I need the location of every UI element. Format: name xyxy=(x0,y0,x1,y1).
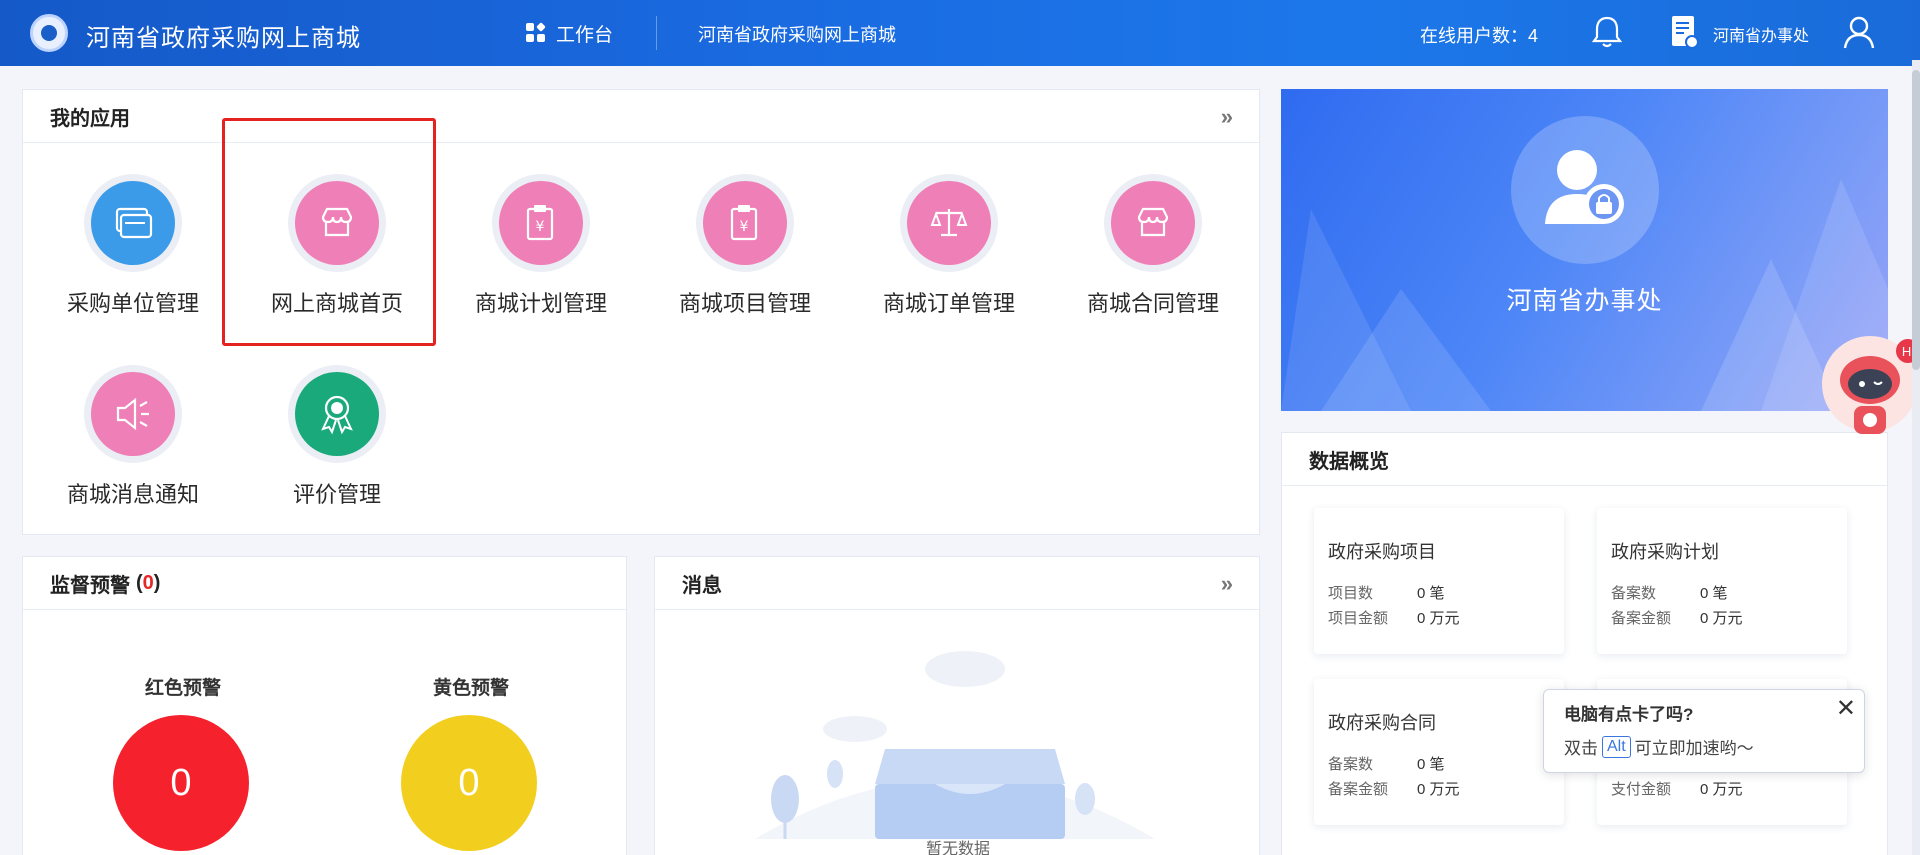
app-label: 商城合同管理 xyxy=(1086,291,1219,316)
my-apps-header: 我的应用 » xyxy=(23,90,1259,143)
app-label: 商城项目管理 xyxy=(678,291,811,316)
user-icon[interactable] xyxy=(1842,14,1876,50)
messages-header: 消息 » xyxy=(655,557,1259,610)
app-label: 商城计划管理 xyxy=(474,291,607,316)
tooltip-title: 电脑有点卡了吗? xyxy=(1564,705,1694,724)
document-icon[interactable] xyxy=(1670,14,1700,50)
supervision-warning-panel: 监督预警 ( 0 ) 红色预警 0 黄色预警 0 xyxy=(22,556,627,855)
messages-more-icon[interactable]: » xyxy=(1221,571,1233,597)
nav-divider xyxy=(656,16,657,50)
card-row-label: 支付金额 xyxy=(1611,781,1672,798)
card-row-label: 备案数 xyxy=(1611,585,1657,602)
shop-icon xyxy=(295,181,379,265)
messages-title: 消息 xyxy=(682,574,722,597)
messages-empty-text: 暂无数据 xyxy=(925,841,990,855)
award-icon xyxy=(295,372,379,456)
overview-header: 数据概览 xyxy=(1282,433,1887,486)
red-warning-count[interactable]: 0 xyxy=(113,715,249,851)
tooltip-body-prefix: 双击 xyxy=(1564,739,1598,758)
yuan-clipboard-icon: ¥ xyxy=(703,181,787,265)
cards-icon xyxy=(91,181,175,265)
card-row-label: 项目数 xyxy=(1328,585,1374,602)
card-gov-procurement-contract[interactable]: 政府采购合同 备案数 0 笔 备案金额 0 万元 xyxy=(1314,679,1564,825)
emblem-logo-icon xyxy=(30,14,68,52)
card-row-value: 0 笔 xyxy=(1417,585,1445,602)
card-title: 政府采购项目 xyxy=(1328,542,1436,562)
app-label: 网上商城首页 xyxy=(270,291,403,316)
profile-banner: 河南省办事处 xyxy=(1281,89,1888,411)
app-label: 商城订单管理 xyxy=(882,291,1015,316)
shop-icon xyxy=(1111,181,1195,265)
speedup-tooltip: 电脑有点卡了吗? ✕ 双击 Alt 可立即加速哟～ xyxy=(1543,689,1865,773)
app-label: 商城消息通知 xyxy=(66,482,199,507)
app-title: 河南省政府采购网上商城 xyxy=(86,25,361,52)
avatar xyxy=(1511,116,1659,264)
app-mall-message-notification[interactable]: 商城消息通知 xyxy=(38,365,228,535)
robot-assistant-icon[interactable]: Hi xyxy=(1812,334,1920,462)
warning-count-close: ) xyxy=(153,571,161,594)
overview-title: 数据概览 xyxy=(1309,450,1389,473)
card-row-label: 备案金额 xyxy=(1328,781,1389,798)
app-label: 采购单位管理 xyxy=(66,291,199,316)
yuan-clipboard-icon: ¥ xyxy=(499,181,583,265)
warning-count-open: ( xyxy=(136,571,143,594)
card-row-value: 0 万元 xyxy=(1700,610,1743,627)
nav-workbench[interactable]: 工作台 xyxy=(526,18,613,48)
card-row-label: 备案金额 xyxy=(1611,610,1672,627)
app-evaluation-management[interactable]: 评价管理 xyxy=(242,365,432,535)
scale-icon xyxy=(907,181,991,265)
my-apps-panel: 我的应用 » 采购单位管理 网上商城首页 ¥ 商城计划管理 ¥ 商城项目管理 商… xyxy=(22,89,1260,535)
card-row-value: 0 笔 xyxy=(1700,585,1728,602)
yellow-warning-label: 黄色预警 xyxy=(432,678,509,699)
red-warning-label: 红色预警 xyxy=(144,678,221,699)
card-row-value: 0 万元 xyxy=(1700,781,1743,798)
top-bar: 河南省政府采购网上商城 工作台 河南省政府采购网上商城 在线用户数：4 河南省办… xyxy=(0,0,1920,66)
card-title: 政府采购合同 xyxy=(1328,713,1436,733)
card-gov-procurement-project[interactable]: 政府采购项目 项目数 0 笔 项目金额 0 万元 xyxy=(1314,508,1564,654)
yellow-warning-count[interactable]: 0 xyxy=(401,715,537,851)
messages-panel: 消息 » 暂无数据 xyxy=(654,556,1260,855)
my-apps-title: 我的应用 xyxy=(50,107,130,130)
card-row-value: 0 万元 xyxy=(1417,610,1460,627)
app-label: 评价管理 xyxy=(292,482,381,507)
card-row-value: 0 万元 xyxy=(1417,781,1460,798)
alt-key-badge: Alt xyxy=(1602,735,1631,758)
warning-title: 监督预警 xyxy=(50,574,130,597)
warning-header: 监督预警 ( 0 ) xyxy=(23,557,626,610)
card-row-label: 项目金额 xyxy=(1328,610,1389,627)
svg-text:¥: ¥ xyxy=(740,219,749,235)
app-mall-plan-management[interactable]: ¥ 商城计划管理 xyxy=(446,174,636,344)
app-mall-contract-management[interactable]: 商城合同管理 xyxy=(1058,174,1248,344)
card-title: 政府采购计划 xyxy=(1611,542,1719,562)
empty-inbox-illustration xyxy=(755,651,1155,839)
profile-name: 河南省办事处 xyxy=(1506,287,1663,315)
data-overview-panel: 数据概览 政府采购项目 项目数 0 笔 项目金额 0 万元 政府采购计划 备案数… xyxy=(1281,432,1888,855)
tooltip-body-suffix: 可立即加速哟～ xyxy=(1634,739,1754,758)
app-mall-order-management[interactable]: 商城订单管理 xyxy=(854,174,1044,344)
nav-mall-link[interactable]: 河南省政府采购网上商城 xyxy=(698,21,896,47)
scrollbar-thumb[interactable] xyxy=(1912,70,1920,370)
app-mall-home[interactable]: 网上商城首页 xyxy=(242,174,432,344)
user-name: 河南省办事处 xyxy=(1713,28,1810,45)
online-users-count: 在线用户数：4 xyxy=(1420,26,1539,46)
user-lock-icon xyxy=(1545,150,1624,224)
app-purchase-unit-management[interactable]: 采购单位管理 xyxy=(38,174,228,344)
tooltip-body: 双击 Alt 可立即加速哟～ xyxy=(1564,734,1754,759)
bell-icon[interactable] xyxy=(1590,14,1624,50)
speaker-icon xyxy=(91,372,175,456)
card-gov-procurement-plan[interactable]: 政府采购计划 备案数 0 笔 备案金额 0 万元 xyxy=(1597,508,1847,654)
svg-text:¥: ¥ xyxy=(536,219,545,235)
nav-workbench-label: 工作台 xyxy=(556,24,614,46)
card-row-label: 备案数 xyxy=(1328,756,1374,773)
card-row-value: 0 笔 xyxy=(1417,756,1445,773)
app-mall-project-management[interactable]: ¥ 商城项目管理 xyxy=(650,174,840,344)
warning-count: 0 xyxy=(142,571,154,594)
my-apps-more-icon[interactable]: » xyxy=(1221,104,1233,130)
close-icon[interactable]: ✕ xyxy=(1836,694,1856,723)
grid-icon xyxy=(526,22,546,43)
